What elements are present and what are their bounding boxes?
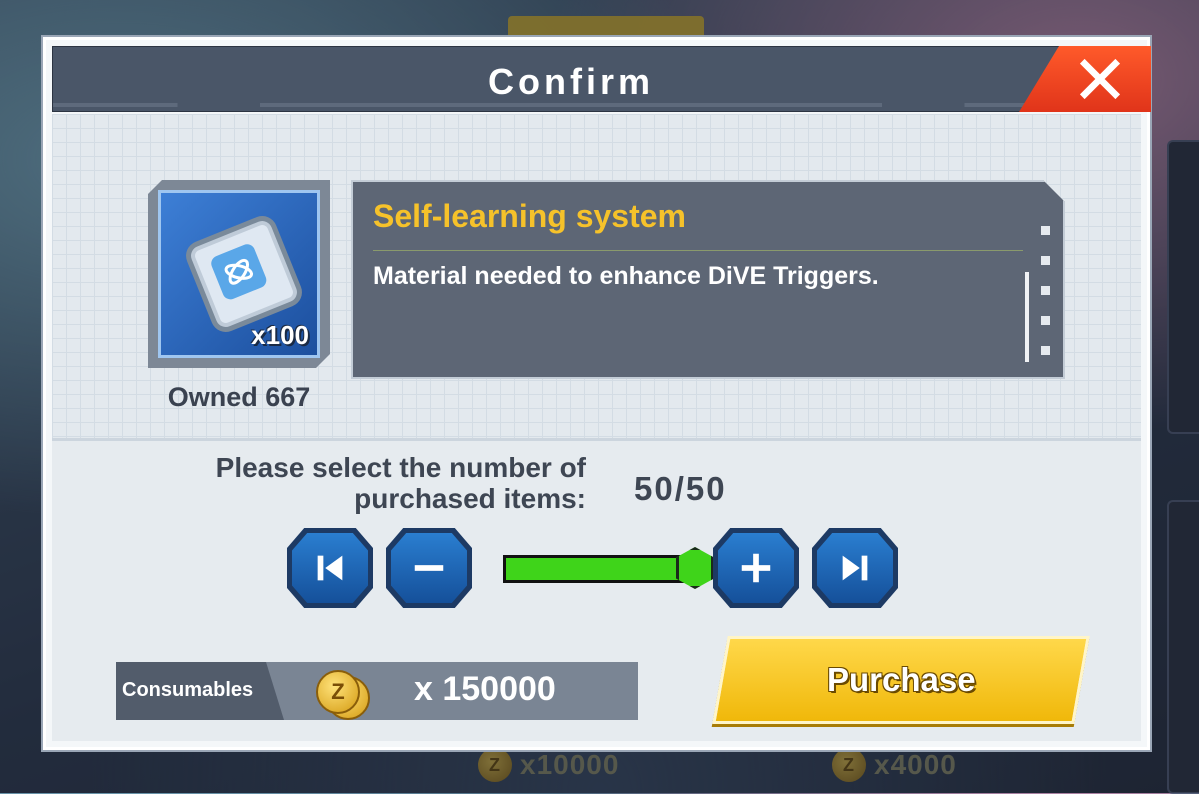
quantity-prompt: Please select the number of purchased it… <box>215 452 586 514</box>
item-quantity-badge: x100 <box>251 320 309 350</box>
minus-icon <box>414 565 444 571</box>
title-underline <box>373 250 1023 251</box>
item-icon-frame: x100 <box>148 180 330 368</box>
cost-panel: Consumables Z x 150000 <box>116 662 638 720</box>
purchase-label: Purchase <box>826 661 976 698</box>
last-icon <box>842 555 868 581</box>
section-divider <box>52 438 1141 441</box>
increase-button[interactable] <box>713 528 799 608</box>
chip-icon <box>188 218 300 330</box>
min-quantity-button[interactable] <box>287 528 373 608</box>
scroll-dot <box>1041 346 1050 355</box>
title-bar: Confirm <box>52 46 1090 112</box>
cost-amount: x 150000 <box>414 670 556 708</box>
decrease-button[interactable] <box>386 528 472 608</box>
quantity-slider[interactable] <box>503 555 703 583</box>
max-quantity-button[interactable] <box>812 528 898 608</box>
scroll-dot <box>1041 256 1050 265</box>
confirm-dialog: Confirm x100 Owned 667 Self-learning sys… <box>43 37 1151 750</box>
scroll-dot <box>1041 226 1050 235</box>
dialog-title: Confirm <box>488 61 654 102</box>
item-name: Self-learning system <box>373 198 686 234</box>
description-scrollbar[interactable] <box>1025 272 1029 362</box>
scroll-dot <box>1041 286 1050 295</box>
plus-icon <box>741 553 771 583</box>
quantity-count: 50/50 <box>634 470 727 507</box>
item-description: Material needed to enhance DiVE Triggers… <box>373 262 879 290</box>
owned-count: Owned 667 <box>167 382 311 412</box>
close-x-icon <box>1079 58 1121 100</box>
quantity-slider-fill <box>506 558 700 580</box>
item-icon-background: x100 <box>158 190 320 358</box>
purchase-button[interactable]: Purchase <box>712 636 1090 724</box>
item-description-panel[interactable]: Self-learning system Material needed to … <box>351 180 1065 379</box>
scroll-dot <box>1041 316 1050 325</box>
z-coin-icon: Z <box>316 670 360 714</box>
cost-label: Consumables <box>122 679 254 701</box>
first-icon <box>317 555 343 581</box>
